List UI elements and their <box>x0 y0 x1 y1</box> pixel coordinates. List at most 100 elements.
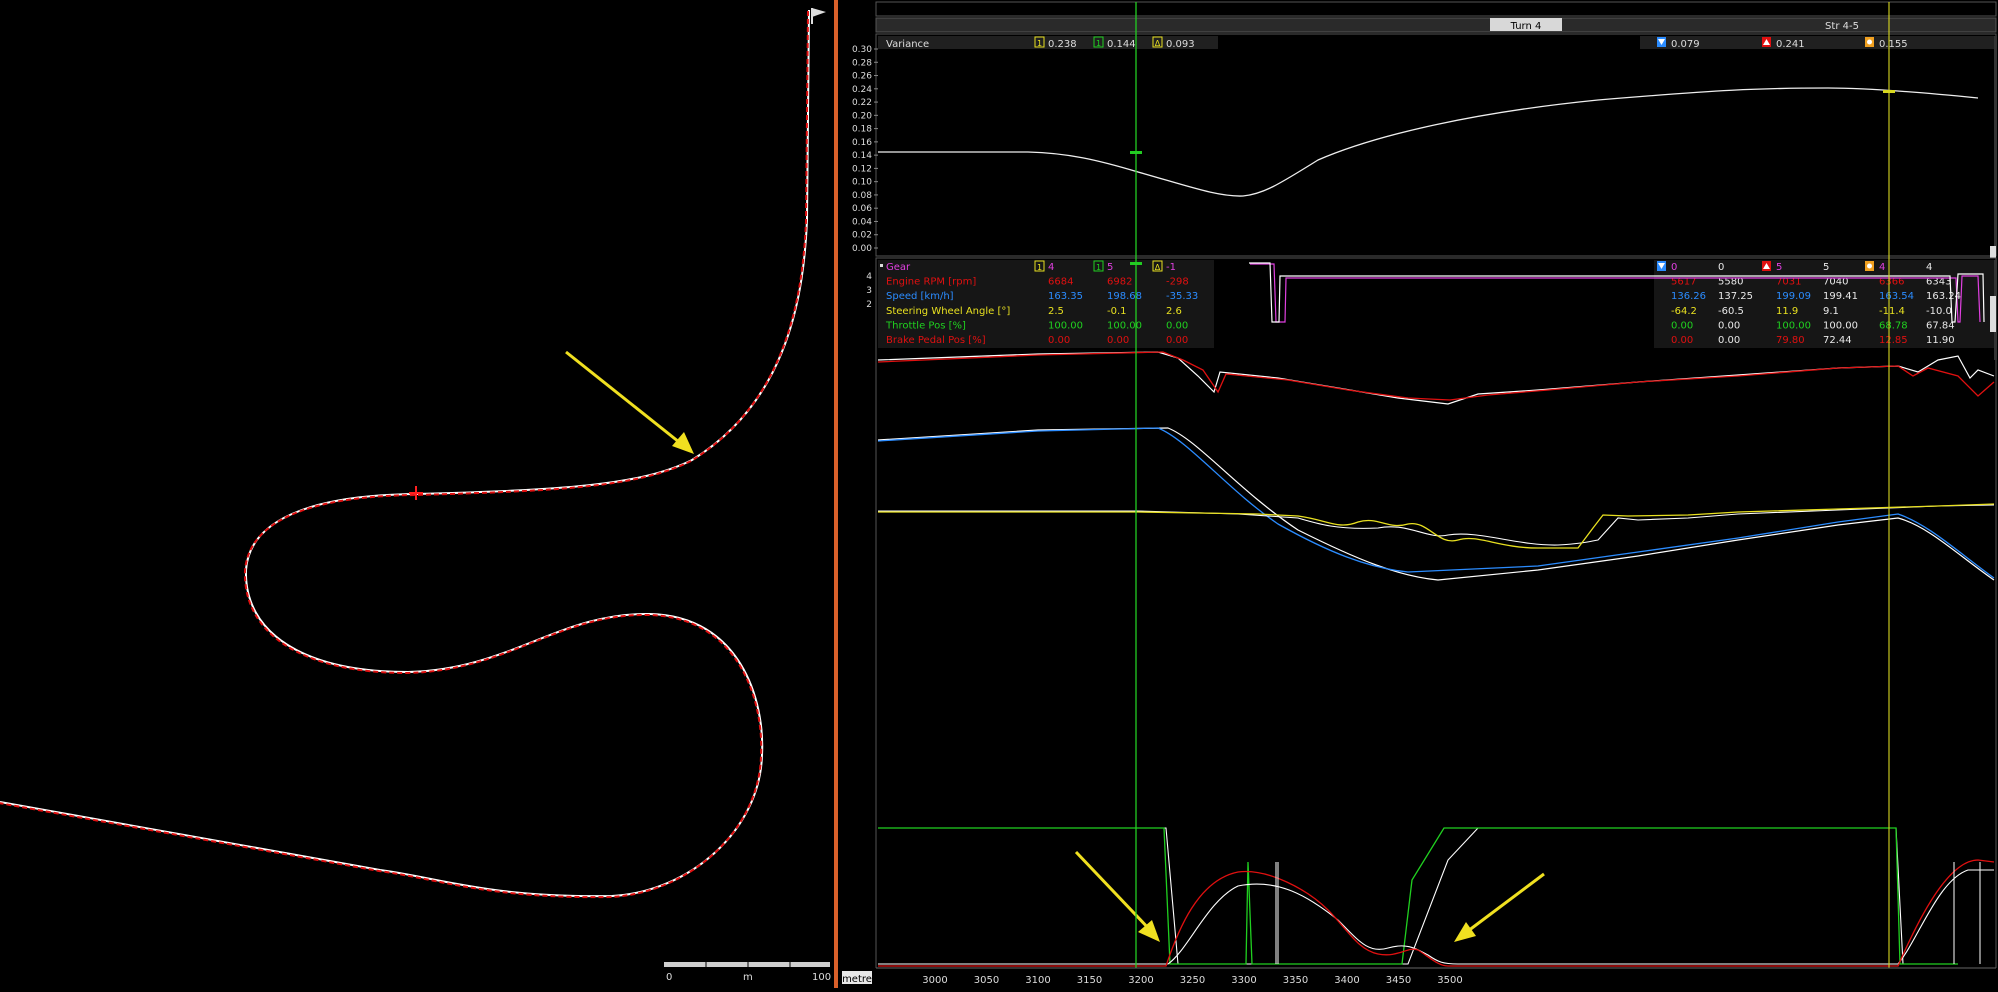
variance-y-tick: 0.18 <box>852 125 872 135</box>
channel-delta: -35.33 <box>1166 291 1198 302</box>
variance-y-tick: 0.06 <box>852 204 872 214</box>
channel-c1: 2.5 <box>1048 306 1064 317</box>
x-axis-tick: 3300 <box>1231 975 1256 986</box>
section-active-label: Turn 4 <box>1510 21 1542 32</box>
telemetry-window: 0 m 100 Turn 4 Str 4-5 Variance 1 0.238 … <box>0 0 1998 988</box>
x-axis-tick: 3400 <box>1334 975 1359 986</box>
track-map-panel[interactable]: 0 m 100 <box>0 0 834 988</box>
variance-y-tick: 0.16 <box>852 138 872 148</box>
variance-cursor2-value: 0.144 <box>1107 39 1136 50</box>
variance-max-value: 0.241 <box>1776 39 1805 50</box>
channel-c2: 6982 <box>1107 277 1132 288</box>
min-icon <box>1657 37 1666 47</box>
channel-min-b: -60.5 <box>1718 306 1744 317</box>
variance-y-tick: 0.20 <box>852 111 872 121</box>
variance-y-tick: 0.00 <box>852 244 872 254</box>
channels-cursor2-badge: 1 <box>1096 263 1101 272</box>
channel-min-a: 0.00 <box>1671 320 1693 331</box>
channel-avg-a: -11.4 <box>1879 306 1905 317</box>
channel-avg-a: 163.54 <box>1879 291 1914 302</box>
channel-min-b: 137.25 <box>1718 291 1753 302</box>
variance-scroll-thumb[interactable] <box>1990 246 1996 258</box>
channel-delta: -1 <box>1166 262 1176 273</box>
channels-scroll-thumb[interactable] <box>1990 296 1996 332</box>
variance-avg-value: 0.155 <box>1879 39 1908 50</box>
channel-max-b: 100.00 <box>1823 320 1858 331</box>
channel-max-b: 9.1 <box>1823 306 1839 317</box>
variance-y-tick: 0.24 <box>852 85 872 95</box>
cursor-main-marker-channels <box>1130 262 1142 265</box>
track-line-current <box>0 10 809 899</box>
channel-c1: 4 <box>1048 262 1054 273</box>
channel-avg-a: 4 <box>1879 262 1885 273</box>
map-position-marker <box>409 486 423 500</box>
channel-c2: 198.68 <box>1107 291 1142 302</box>
cursor-second-marker <box>1883 90 1895 93</box>
channel-c2: 5 <box>1107 262 1113 273</box>
variance-min-value: 0.079 <box>1671 39 1700 50</box>
channel-name: Brake Pedal Pos [%] <box>886 335 986 346</box>
x-axis-tick: 3200 <box>1128 975 1153 986</box>
variance-y-tick: 0.26 <box>852 72 872 82</box>
x-axis-unit-label: metre <box>842 974 872 985</box>
telemetry-graph-panel[interactable]: Turn 4 Str 4-5 Variance 1 0.238 1 0.144 … <box>838 0 1998 988</box>
variance-y-tick: 0.08 <box>852 191 872 201</box>
x-axis-tick: 3050 <box>974 975 999 986</box>
channel-avg-b: -10.0 <box>1926 306 1952 317</box>
variance-y-tick: 0.22 <box>852 98 872 108</box>
variance-y-tick: 0.02 <box>852 231 872 241</box>
channel-max-a: 11.9 <box>1776 306 1798 317</box>
gear-y-tick: 3 <box>866 286 872 296</box>
variance-title: Variance <box>886 39 929 50</box>
channel-expand-dot[interactable] <box>880 264 883 267</box>
channel-c2: 0.00 <box>1107 335 1129 346</box>
variance-y-tick: 0.04 <box>852 217 872 227</box>
gear-y-tick: 4 <box>866 272 872 282</box>
channel-max-b: 5 <box>1823 262 1829 273</box>
channel-c2: -0.1 <box>1107 306 1127 317</box>
variance-y-tick: 0.30 <box>852 45 872 55</box>
annotation-arrow-map <box>565 350 694 454</box>
variance-graph: Variance 1 0.238 1 0.144 Δ 0.093 0.079 0… <box>852 33 1997 257</box>
variance-cursor1-badge: 1 <box>1037 39 1042 48</box>
scale-min-label: 0 <box>666 972 672 983</box>
x-axis-tick: 3450 <box>1386 975 1411 986</box>
max-icon <box>1762 261 1771 271</box>
channel-delta: 0.00 <box>1166 335 1188 346</box>
channel-c1: 163.35 <box>1048 291 1083 302</box>
gear-y-tick: 2 <box>866 300 872 310</box>
channel-delta: 0.00 <box>1166 320 1188 331</box>
variance-delta-value: 0.093 <box>1166 39 1195 50</box>
variance-scrollbar[interactable] <box>1994 36 1997 256</box>
channel-avg-a: 12.85 <box>1879 335 1908 346</box>
channel-min-a: -64.2 <box>1671 306 1697 317</box>
variance-delta-badge: Δ <box>1155 39 1161 48</box>
avg-icon <box>1865 37 1874 47</box>
section-bar: Turn 4 Str 4-5 <box>875 17 1997 33</box>
channel-max-a: 5 <box>1776 262 1782 273</box>
channel-c2: 100.00 <box>1107 320 1142 331</box>
channel-min-a: 0.00 <box>1671 335 1693 346</box>
x-axis-tick: 3150 <box>1077 975 1102 986</box>
channel-name: Speed [km/h] <box>886 291 954 302</box>
channel-avg-b: 11.90 <box>1926 335 1955 346</box>
channel-min-b: 0.00 <box>1718 335 1740 346</box>
channel-max-b: 72.44 <box>1823 335 1852 346</box>
channel-avg-b: 67.84 <box>1926 320 1955 331</box>
channels-delta-badge: Δ <box>1155 263 1161 272</box>
channel-min-b: 0 <box>1718 262 1724 273</box>
channel-delta: -298 <box>1166 277 1189 288</box>
x-axis: metre 3000 3050 3100 3150 3200 3250 3300 3350 34… <box>838 967 1998 988</box>
scale-max-label: 100 <box>812 972 831 983</box>
channel-c1: 0.00 <box>1048 335 1070 346</box>
channel-name: Throttle Pos [%] <box>885 320 966 331</box>
variance-cursor2-badge: 1 <box>1096 39 1101 48</box>
channel-min-a: 0 <box>1671 262 1677 273</box>
scale-unit-label: m <box>743 972 753 983</box>
variance-cursor1-value: 0.238 <box>1048 39 1077 50</box>
channel-delta: 2.6 <box>1166 306 1182 317</box>
variance-y-tick: 0.10 <box>852 178 872 188</box>
channels-cursor1-badge: 1 <box>1037 263 1042 272</box>
map-scale-bar: 0 m 100 <box>664 962 831 983</box>
channels-graph: 1 1 Δ Gear 4 5 -1 0 0 5 5 4 4 Engine RPM [rpm] 6684… <box>866 257 1997 969</box>
